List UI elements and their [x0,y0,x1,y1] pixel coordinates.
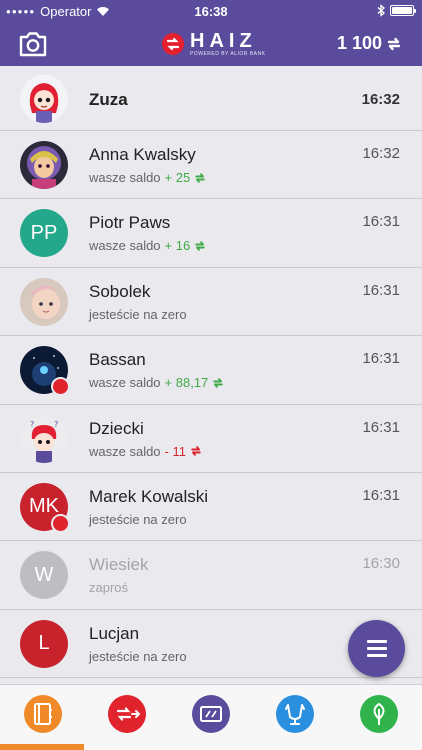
bluetooth-icon [377,4,385,17]
currency-icon [191,446,201,456]
balance-line: wasze saldo + 25 [89,170,206,185]
tab-transfer[interactable] [108,695,146,733]
contact-name: Zuza [89,90,128,109]
baby-photo-avatar-icon [20,277,68,326]
amount-value: + 25 [164,170,191,185]
tab-ticket[interactable] [192,695,230,733]
contact-time: 16:31 [362,486,400,504]
contact-time: 16:30 [362,555,400,573]
contact-list: Zuza 16:32 Anna Kwalsky 16:32 wasze sald… [0,66,422,684]
list-item[interactable]: W Wiesiek 16:30 zaproś [0,541,422,610]
balance-line: wasze saldo + 88,17 [89,375,224,390]
contact-time: 16:31 [362,213,400,231]
status-text: jesteście na zero [89,306,187,322]
list-item[interactable]: Sobolek 16:31 jesteście na zero [0,268,422,337]
cartoon-kid-avatar-icon: ? ? [20,414,68,463]
tab-trophy[interactable] [276,695,314,733]
avatar [20,75,68,123]
cartoon-girl-avatar-icon [20,75,68,123]
avatar: W [20,551,68,600]
avatar [20,277,68,326]
transfer-icon [116,707,141,721]
tab-tree[interactable] [360,695,398,733]
contact-name: Sobolek [89,281,151,301]
tree-icon [373,702,385,725]
status-text: wasze saldo [89,170,161,185]
avatar-initials: L [38,632,50,655]
list-item[interactable]: MK Marek Kowalski 16:31 jesteście na zer… [0,473,422,542]
contact-name: Anna Kwalsky [89,145,196,164]
currency-icon [387,37,401,50]
status-time: 16:38 [194,4,228,19]
status-text: jesteście na zero [89,511,187,527]
list-item[interactable]: ? ? Dziecki 16:31 wasze saldo - 11 [0,405,422,473]
contact-name: Wiesiek [89,555,149,575]
logo-tagline: POWERED BY ALIOR BANK [190,51,266,57]
balance-line: wasze saldo + 16 [89,238,206,253]
currency-icon [195,241,205,251]
status-text: wasze saldo [89,375,161,391]
list-item[interactable]: Bassan 16:31 wasze saldo + 88,17 [0,336,422,405]
amount-value: - 11 [164,443,186,459]
transfer-badge-icon [51,377,70,397]
invite-link[interactable]: zaproś [89,580,128,595]
menu-bar [366,647,387,650]
avatar: ? ? [20,414,68,463]
tab-bar [0,684,422,750]
contact-time: 16:31 [362,281,400,299]
balance-line: jesteście na zero [89,649,187,664]
battery-level [392,7,412,14]
svg-text:?: ? [54,420,58,429]
contact-name: Dziecki [89,418,144,438]
balance-display: 1 100 [337,33,402,54]
balance-line: jesteście na zero [89,512,187,527]
avatar-initials: W [34,563,54,586]
contact-name: Marek Kowalski [89,486,209,506]
list-item[interactable]: Anna Kwalsky 16:32 wasze saldo + 25 [0,131,422,200]
logo-name: HAIZ [190,30,257,52]
contact-time: 16:31 [362,350,400,368]
currency-icon [195,172,205,183]
balance-line: jesteście na zero [89,307,187,322]
currency-icon [213,377,224,388]
app-logo: HAIZ POWERED BY ALIOR BANK [162,28,265,60]
battery-icon [390,5,416,16]
amount-value: + 88,17 [164,375,209,391]
doll-photo-avatar-icon [20,141,68,189]
status-text: jesteście na zero [89,648,187,664]
contact-name: Piotr Paws [89,213,171,233]
balance-value: 1 100 [336,33,382,53]
avatar [20,141,68,189]
avatar: PP [20,209,68,258]
haiz-logo-icon [162,33,184,55]
app-header: HAIZ POWERED BY ALIOR BANK 1 100 [0,22,422,66]
svg-text:?: ? [30,420,34,429]
contact-time: 16:31 [362,418,400,436]
menu-button[interactable] [348,620,405,677]
ticket-icon [200,706,222,722]
invite-line[interactable]: zaproś [89,580,128,595]
avatar: L [20,619,68,668]
avatar-initials: PP [30,221,58,244]
trophy-icon [285,704,305,725]
contact-name: Bassan [89,350,146,370]
contact-name: Lucjan [89,623,140,643]
list-item[interactable]: PP Piotr Paws 16:31 wasze saldo + 16 [0,199,422,268]
tab-contacts[interactable] [24,695,62,733]
contact-time: 16:32 [362,145,400,162]
contacts-icon [34,703,52,725]
status-text: wasze saldo [89,443,161,459]
transfer-badge-icon [51,513,70,533]
balance-line: wasze saldo - 11 [89,444,202,459]
camera-icon[interactable] [18,30,48,58]
status-bar: ●●●●● Operator 16:38 [0,0,422,22]
menu-bar [366,654,387,657]
contact-time: 16:32 [361,91,400,108]
status-text: wasze saldo [89,238,161,254]
list-item[interactable]: Zuza 16:32 [0,66,422,131]
amount-value: + 16 [164,238,191,254]
menu-bar [366,640,387,643]
active-tab-indicator [0,744,84,750]
